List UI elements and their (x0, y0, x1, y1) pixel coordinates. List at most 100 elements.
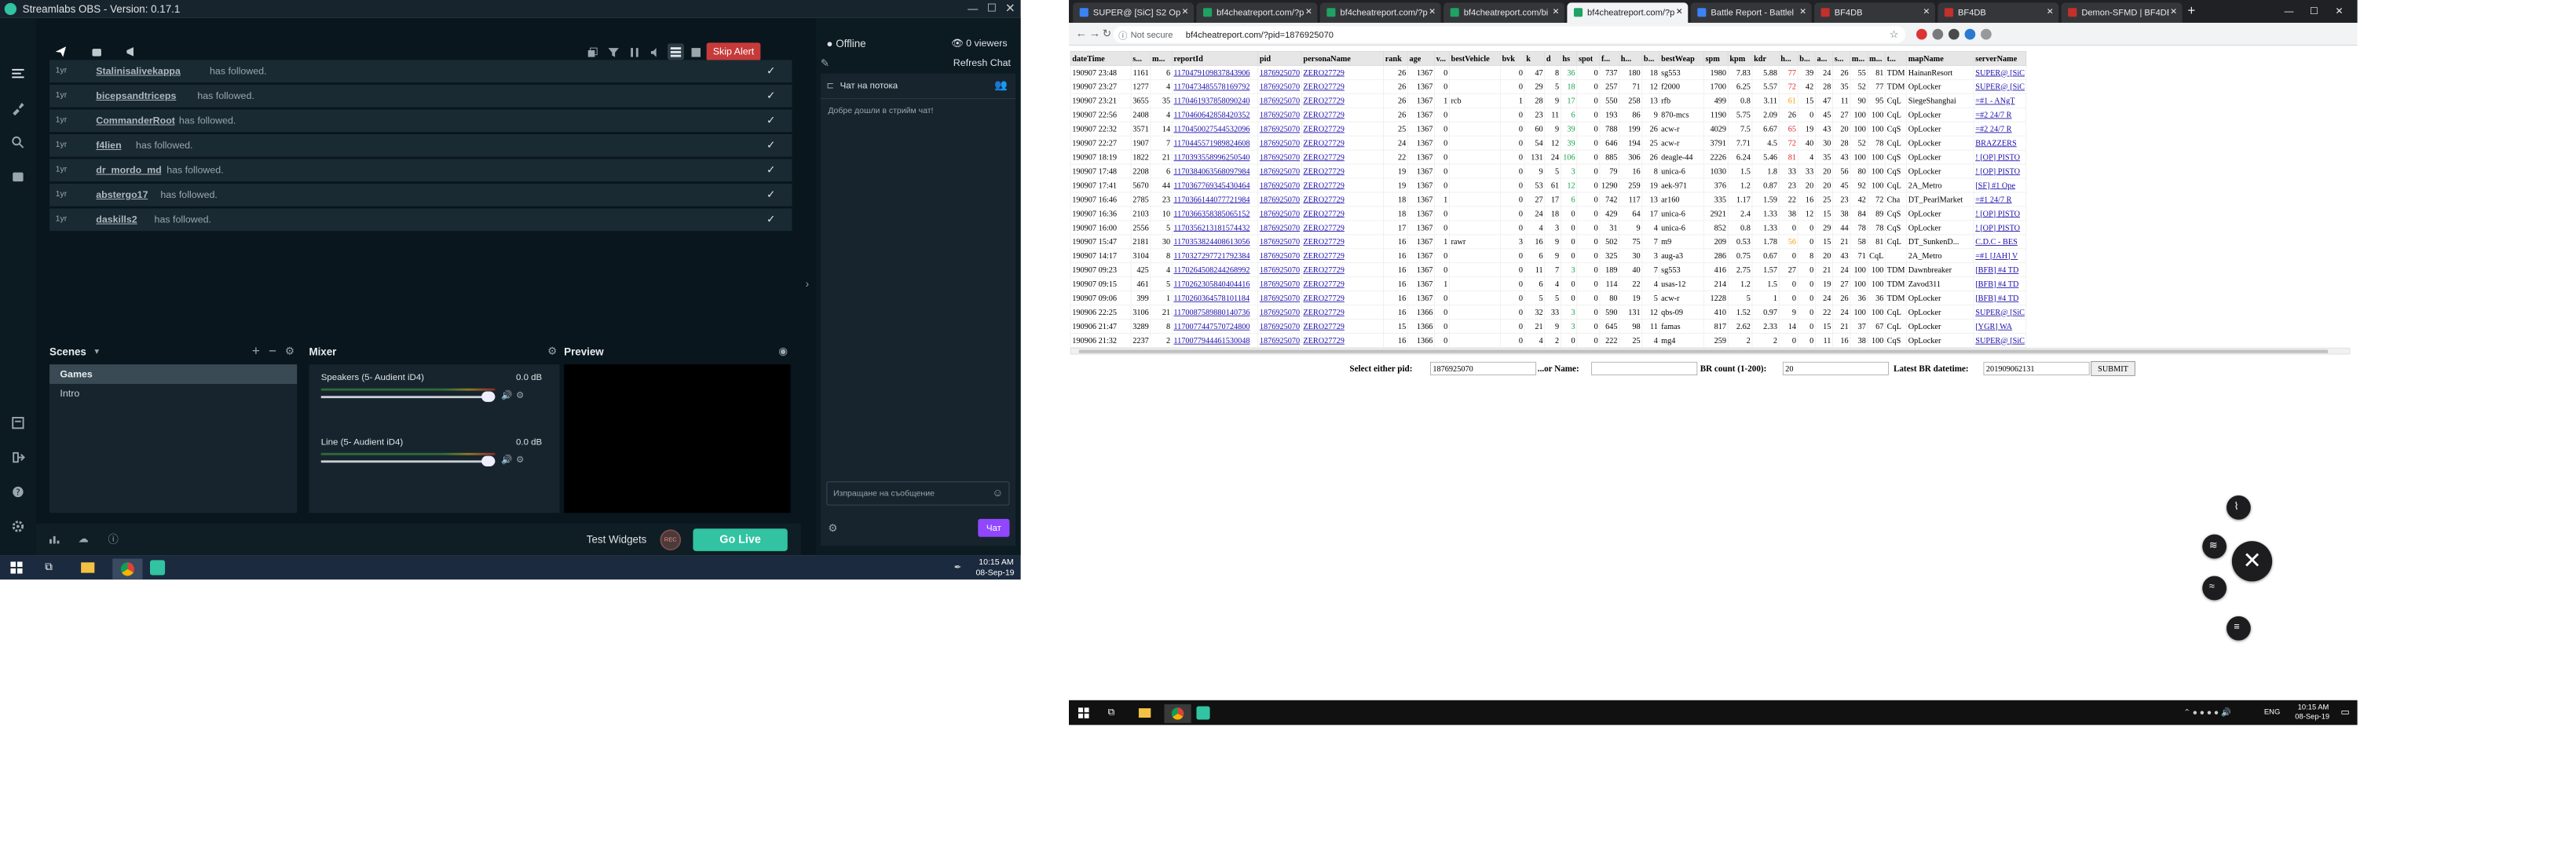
check-icon[interactable]: ✓ (767, 213, 775, 225)
extension-icon[interactable] (1916, 28, 1927, 40)
server-link[interactable]: [BFB] #4 TD (1975, 279, 2018, 288)
rocket-icon[interactable] (54, 45, 68, 58)
event-user-link[interactable]: CommanderRoot (96, 115, 175, 126)
volume-slider[interactable] (320, 396, 496, 399)
help-icon[interactable]: ? (10, 484, 25, 499)
themes-icon[interactable] (10, 170, 25, 185)
users-icon[interactable]: 👥 (994, 79, 1008, 91)
event-user-link[interactable]: dr_mordo_md (96, 164, 161, 175)
tab-close-icon[interactable]: ✕ (1429, 7, 1436, 16)
chat-input[interactable]: Изпращане на съобщение ☺ (826, 481, 1010, 506)
column-header[interactable]: s... (1832, 50, 1851, 66)
chevron-down-icon[interactable]: ▾ (94, 345, 99, 356)
tray-icons[interactable]: ⌃ ● ● ● ● 🔊 (2183, 707, 2230, 717)
check-icon[interactable]: ✓ (767, 90, 775, 102)
task-view-icon[interactable]: ⧉ (1108, 706, 1115, 718)
collapse-chat-icon[interactable]: › (806, 277, 809, 289)
tab-close-icon[interactable]: ✕ (2170, 7, 2177, 16)
column-header[interactable]: serverName (1973, 50, 2027, 66)
logout-icon[interactable] (10, 450, 25, 465)
report-id-link[interactable]: 1170077944461530048 (1173, 335, 1250, 345)
persona-link[interactable]: ZERO27729 (1303, 321, 1344, 331)
close-icon[interactable]: ✕ (1005, 1, 1015, 16)
close-icon[interactable]: ✕ (2336, 5, 2344, 17)
persona-link[interactable]: ZERO27729 (1303, 166, 1344, 176)
pid-input[interactable]: 1876925070 (1429, 361, 1537, 375)
column-header[interactable]: f... (1599, 50, 1620, 66)
browser-tab[interactable]: BF4DB ✕ (1937, 2, 2059, 24)
persona-link[interactable]: ZERO27729 (1303, 195, 1344, 204)
report-id-link[interactable]: 1170479109837843906 (1173, 68, 1250, 77)
report-id-link[interactable]: 1170260364578101184 (1173, 293, 1250, 302)
view-grid-icon[interactable] (690, 46, 702, 58)
server-link[interactable]: ! [OP] PISTO (1975, 222, 2020, 232)
editor-icon[interactable] (10, 101, 25, 116)
browser-tab[interactable]: bf4cheatreport.com/?p ✕ (1567, 2, 1689, 24)
pid-link[interactable]: 1876925070 (1260, 96, 1300, 105)
column-header[interactable]: mapName (1906, 50, 1974, 66)
tab-close-icon[interactable]: ✕ (1305, 7, 1312, 16)
report-id-link[interactable]: 1170461937858090240 (1173, 96, 1250, 105)
eye-icon[interactable]: ◉ (778, 345, 788, 357)
column-header[interactable]: reportId (1171, 50, 1259, 66)
check-icon[interactable]: ✓ (767, 163, 775, 176)
search-icon[interactable] (10, 135, 25, 150)
browser-tab[interactable]: BF4DB ✕ (1814, 2, 1935, 24)
persona-link[interactable]: ZERO27729 (1303, 68, 1344, 77)
report-id-link[interactable]: 1170264508244268992 (1173, 265, 1250, 274)
not-secure-icon[interactable]: ⓘ (1118, 29, 1127, 42)
persona-link[interactable]: ZERO27729 (1303, 293, 1344, 302)
tab-close-icon[interactable]: ✕ (1923, 7, 1930, 16)
browser-tab[interactable]: bf4cheatreport.com/?p ✕ (1319, 2, 1441, 24)
report-id-link[interactable]: 1170262305840404416 (1173, 279, 1250, 288)
event-user-link[interactable]: abstergo17 (96, 189, 148, 200)
scene-settings-icon[interactable]: ⚙ (285, 345, 295, 357)
browser-tab[interactable]: Demon-SFMD | BF4DB ✕ (2061, 2, 2183, 24)
pid-link[interactable]: 1876925070 (1260, 181, 1300, 190)
maximize-icon[interactable]: ☐ (987, 2, 997, 14)
column-header[interactable]: s... (1130, 50, 1151, 66)
report-id-link[interactable]: 1170460642858420352 (1173, 110, 1250, 119)
server-link[interactable]: C.D.C - BES (1975, 236, 2018, 246)
column-header[interactable]: b... (1797, 50, 1816, 66)
persona-link[interactable]: ZERO27729 (1303, 335, 1344, 345)
pid-link[interactable]: 1876925070 (1260, 166, 1300, 176)
report-id-link[interactable]: 1170367769345430464 (1173, 181, 1250, 190)
scene-item-games[interactable]: Games (49, 364, 298, 384)
event-user-link[interactable]: bicepsandtriceps (96, 90, 176, 101)
column-header[interactable]: m... (1150, 50, 1173, 66)
persona-link[interactable]: ZERO27729 (1303, 124, 1344, 133)
column-header[interactable]: a... (1814, 50, 1833, 66)
persona-link[interactable]: ZERO27729 (1303, 236, 1344, 246)
chrome-taskbar-icon[interactable] (112, 558, 143, 580)
go-live-button[interactable]: Go Live (693, 528, 788, 551)
column-header[interactable]: personaName (1301, 50, 1384, 66)
task-view-icon[interactable]: ⧉ (45, 560, 53, 572)
horizontal-scrollbar[interactable] (1070, 347, 2351, 355)
chat-send-button[interactable]: Чат (978, 518, 1010, 537)
persona-link[interactable]: ZERO27729 (1303, 250, 1344, 260)
pid-link[interactable]: 1876925070 (1260, 265, 1300, 274)
windows-start-icon[interactable] (10, 561, 23, 574)
volume-slider-handle[interactable] (481, 391, 496, 402)
report-id-link[interactable]: 1170356213181574432 (1173, 222, 1250, 232)
column-header[interactable]: spm (1703, 50, 1729, 66)
scene-item-intro[interactable]: Intro (49, 384, 297, 404)
speaker-icon[interactable]: 🔊 (501, 455, 512, 465)
fab-bottle-icon[interactable]: ⌇ (2227, 495, 2251, 520)
refresh-chat-button[interactable]: Refresh Chat (953, 57, 1011, 68)
skip-alert-button[interactable]: Skip Alert (706, 42, 761, 61)
volume-slider-handle[interactable] (481, 455, 496, 467)
column-header[interactable]: hs (1560, 50, 1578, 66)
pid-link[interactable]: 1876925070 (1260, 124, 1300, 133)
pid-link[interactable]: 1876925070 (1260, 335, 1300, 345)
extension-icon[interactable] (1981, 28, 1992, 40)
server-link[interactable]: =#1 - ANgT (1975, 96, 2014, 105)
pid-link[interactable]: 1876925070 (1260, 68, 1300, 77)
mixer-settings-icon[interactable]: ⚙ (547, 345, 557, 357)
persona-link[interactable]: ZERO27729 (1303, 181, 1344, 190)
latest-input[interactable]: 201909062131 (1983, 361, 2090, 375)
persona-link[interactable]: ZERO27729 (1303, 307, 1344, 316)
column-header[interactable]: rank (1383, 50, 1408, 66)
volume-icon[interactable] (649, 46, 661, 58)
